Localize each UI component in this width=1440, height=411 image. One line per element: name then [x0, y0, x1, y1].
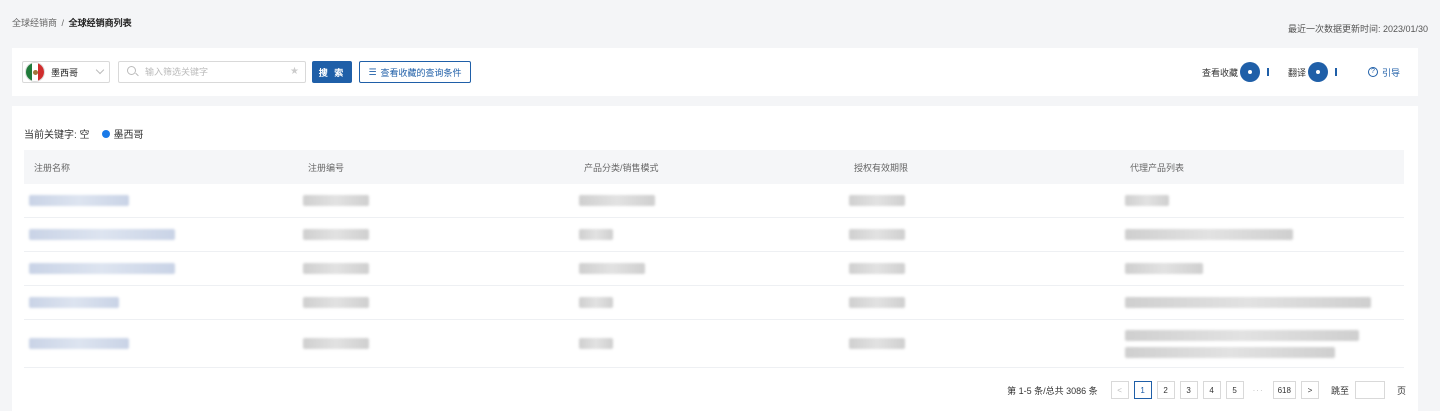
- page-suffix: 页: [1396, 385, 1406, 396]
- page-3-button[interactable]: 3: [1179, 381, 1198, 399]
- table-row[interactable]: [24, 252, 1404, 286]
- translate-toggle[interactable]: [1307, 62, 1348, 82]
- mexico-flag-icon: [25, 62, 45, 82]
- search-input[interactable]: [145, 67, 285, 77]
- pagination-summary: 第 1-5 条/总共 3086 条: [1007, 385, 1098, 396]
- redacted-cell: [1125, 346, 1335, 358]
- column-header: 注册编号: [308, 162, 345, 173]
- table-header: 注册名称 注册编号 产品分类/销售模式 授权有效期限 代理产品列表: [24, 150, 1404, 184]
- top-bar: 全球经销商 / 全球经销商列表 最近一次数据更新时间: 2023/01/30: [12, 14, 1428, 38]
- guide-button[interactable]: ? 引导: [1367, 66, 1400, 79]
- pagination-ellipsis[interactable]: ···: [1248, 381, 1268, 399]
- redacted-cell: [849, 263, 905, 274]
- redacted-cell: [303, 229, 369, 240]
- tag-dot: [101, 129, 110, 138]
- distributor-table: 注册名称 注册编号 产品分类/销售模式 授权有效期限 代理产品列表: [24, 150, 1404, 368]
- redacted-cell: [849, 338, 905, 349]
- current-keyword-label: 当前关键字: 空: [24, 130, 90, 141]
- prev-page-button[interactable]: <: [1110, 381, 1129, 399]
- redacted-cell: [1125, 229, 1293, 240]
- next-page-button[interactable]: >: [1300, 381, 1319, 399]
- question-circle-icon: ?: [1367, 67, 1378, 77]
- page-2-button[interactable]: 2: [1156, 381, 1175, 399]
- table-row[interactable]: [24, 320, 1404, 368]
- star-icon[interactable]: ★: [290, 66, 299, 77]
- breadcrumb: 全球经销商 / 全球经销商列表: [12, 16, 132, 29]
- redacted-cell: [579, 338, 613, 349]
- toggle-bar: [1266, 68, 1269, 76]
- redacted-cell: [1125, 297, 1371, 308]
- search-icon: [125, 64, 141, 80]
- guide-label: 引导: [1381, 67, 1400, 78]
- favorites-toggle[interactable]: [1239, 62, 1280, 82]
- table-row[interactable]: [24, 218, 1404, 252]
- current-keyword-tag: 墨西哥: [113, 130, 144, 141]
- table-row[interactable]: [24, 286, 1404, 320]
- breadcrumb-current: 全球经销商列表: [68, 18, 132, 28]
- redacted-cell: [579, 229, 613, 240]
- table-row[interactable]: [24, 184, 1404, 218]
- saved-conditions-label: 查看收藏的查询条件: [380, 67, 462, 78]
- redacted-cell: [303, 297, 369, 308]
- current-keyword-line: 当前关键字: 空 墨西哥: [24, 126, 144, 141]
- jump-label: 跳至: [1330, 385, 1349, 396]
- redacted-cell: [849, 229, 905, 240]
- translate-toggle-label: 翻译: [1287, 67, 1306, 78]
- results-panel: 当前关键字: 空 墨西哥 注册名称 注册编号 产品分类/销售模式 授权有效期限 …: [12, 106, 1418, 411]
- redacted-cell: [579, 263, 645, 274]
- page-4-button[interactable]: 4: [1202, 381, 1221, 399]
- toggle-group: 查看收藏 翻译 ? 引导: [1202, 61, 1400, 83]
- page-1-button[interactable]: 1: [1133, 381, 1152, 399]
- favorites-toggle-label: 查看收藏: [1201, 67, 1238, 78]
- page-5-button[interactable]: 5: [1225, 381, 1244, 399]
- column-header: 授权有效期限: [854, 162, 909, 173]
- redacted-cell: [303, 338, 369, 349]
- redacted-cell: [579, 195, 655, 206]
- search-box[interactable]: ★: [118, 61, 306, 83]
- toggle-knob: [1239, 62, 1260, 82]
- chevron-down-icon: [95, 65, 105, 75]
- redacted-cell: [849, 195, 905, 206]
- pagination: 第 1-5 条/总共 3086 条 < 1 2 3 4 5 ··· 618 > …: [1007, 379, 1406, 401]
- redacted-cell[interactable]: [29, 195, 129, 206]
- redacted-cell: [1125, 329, 1359, 341]
- redacted-cell: [1125, 195, 1169, 206]
- redacted-cell: [849, 297, 905, 308]
- column-header: 产品分类/销售模式: [584, 162, 659, 173]
- redacted-cell[interactable]: [29, 263, 175, 274]
- saved-conditions-button[interactable]: ☰ 查看收藏的查询条件: [359, 61, 471, 83]
- toggle-knob: [1307, 62, 1328, 82]
- redacted-cell[interactable]: [29, 229, 175, 240]
- column-header: 注册名称: [34, 162, 71, 173]
- redacted-cell[interactable]: [29, 297, 119, 308]
- redacted-cell: [303, 263, 369, 274]
- breadcrumb-parent[interactable]: 全球经销商: [12, 18, 57, 28]
- redacted-cell: [303, 195, 369, 206]
- jump-page-input[interactable]: [1354, 381, 1385, 399]
- country-select-value: 墨西哥: [51, 67, 79, 78]
- country-select[interactable]: 墨西哥: [22, 61, 110, 83]
- toggle-bar: [1334, 68, 1337, 76]
- breadcrumb-separator: /: [61, 18, 65, 28]
- list-icon: ☰: [368, 66, 377, 77]
- redacted-cell: [1125, 263, 1203, 274]
- column-header: 代理产品列表: [1130, 162, 1185, 173]
- redacted-cell[interactable]: [29, 338, 129, 349]
- search-button[interactable]: 搜 索: [312, 61, 352, 83]
- filter-panel: 墨西哥 ★ 搜 索 ☰ 查看收藏的查询条件 查看收藏 翻译 ? 引导: [12, 48, 1418, 96]
- redacted-cell: [579, 297, 613, 308]
- last-page-button[interactable]: 618: [1272, 381, 1296, 399]
- last-updated-text: 最近一次数据更新时间: 2023/01/30: [1287, 24, 1428, 34]
